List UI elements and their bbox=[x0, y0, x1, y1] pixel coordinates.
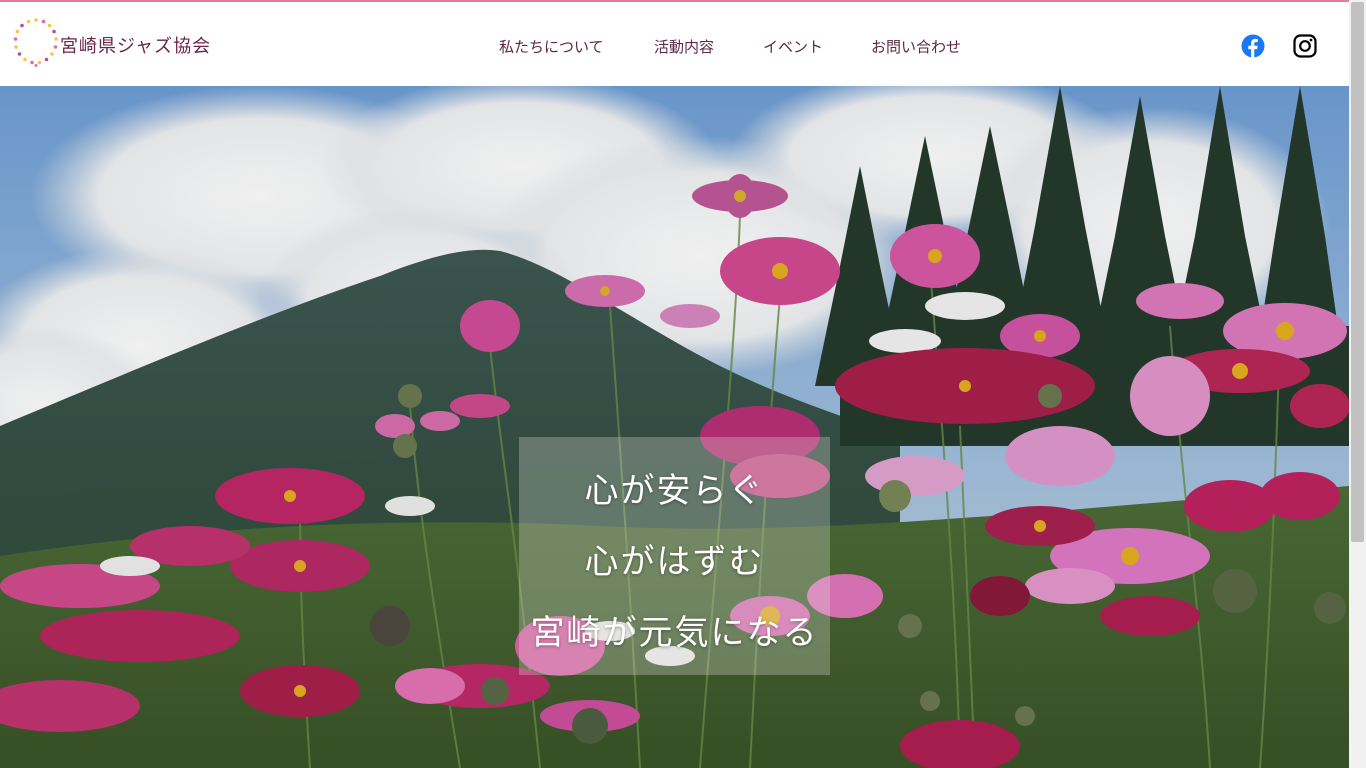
tagline-box: 心が安らぐ 心がはずむ 宮崎が元気になる bbox=[519, 437, 830, 675]
tagline-line-2: 心がはずむ bbox=[584, 542, 765, 582]
tagline-line-3: 宮崎が元気になる bbox=[530, 613, 819, 653]
nav-activities[interactable]: 活動内容 bbox=[654, 36, 714, 57]
scrollbar-thumb[interactable] bbox=[1351, 2, 1364, 542]
tagline-line-1: 心が安らぐ bbox=[584, 471, 765, 511]
nav-contact[interactable]: お問い合わせ bbox=[871, 36, 961, 57]
nav-events[interactable]: イベント bbox=[763, 36, 823, 57]
site-title[interactable]: 宮崎県ジャズ協会 bbox=[60, 32, 211, 58]
association-logo[interactable] bbox=[12, 16, 60, 68]
site-header: 宮崎県ジャズ協会 私たちについて 活動内容 イベント お問い合わせ bbox=[0, 2, 1349, 86]
instagram-icon[interactable] bbox=[1293, 34, 1317, 58]
facebook-icon[interactable] bbox=[1241, 34, 1265, 58]
nav-about[interactable]: 私たちについて bbox=[499, 36, 604, 57]
page: 宮崎県ジャズ協会 私たちについて 活動内容 イベント お問い合わせ 心が安らぐ … bbox=[0, 0, 1366, 768]
hero-section: 心が安らぐ 心がはずむ 宮崎が元気になる bbox=[0, 86, 1349, 768]
